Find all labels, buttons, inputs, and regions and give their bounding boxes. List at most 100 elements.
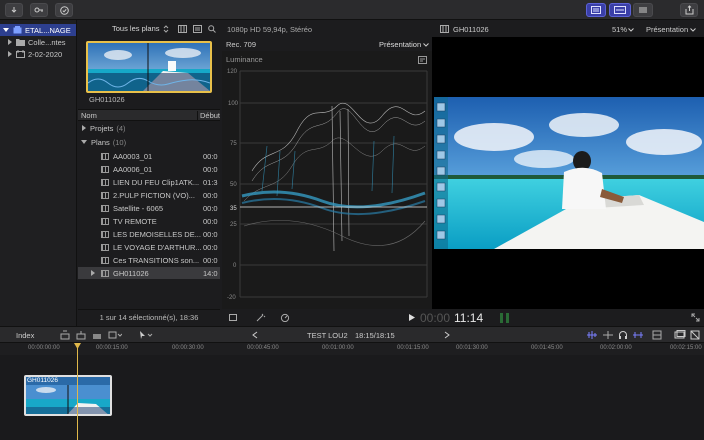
timeline-toolbar: Index TEST LOU2 18:15/18:15 (0, 326, 704, 343)
scale-label: 50 (230, 182, 237, 188)
fullscreen-icon[interactable] (691, 313, 700, 322)
clip-name: 2.PULP FICTION (VO)... (113, 190, 195, 200)
keywords-button[interactable] (30, 3, 48, 17)
library-item-label: Colle...ntes (28, 37, 66, 47)
snapping-icon[interactable] (632, 330, 644, 340)
group-count: (4) (116, 123, 126, 133)
filter-popup[interactable]: Tous les plans (112, 24, 160, 33)
index-button[interactable]: Index (16, 331, 34, 340)
library-item[interactable]: ETAL...NAGE (0, 24, 76, 36)
browser-toggle-button[interactable] (586, 3, 606, 17)
clip-row[interactable]: AA0006_01 00:0 (78, 163, 220, 175)
clip-start: 00:0 (203, 190, 218, 200)
clip-name: LIEN DU FEU Clip1ATK... (113, 177, 200, 187)
disclosure-triangle-icon[interactable] (82, 125, 86, 131)
library-item[interactable]: 2-02-2020 (0, 48, 76, 60)
up-down-chevron-icon (163, 24, 168, 33)
disclosure-triangle-icon[interactable] (3, 28, 9, 32)
play-icon[interactable] (409, 314, 415, 321)
clip-row[interactable]: AA0003_01 00:0 (78, 150, 220, 162)
audio-meter-left (500, 313, 503, 323)
edit-menu-icon[interactable] (108, 330, 122, 340)
disclosure-triangle-icon[interactable] (8, 51, 12, 57)
transform-icon[interactable] (228, 313, 238, 322)
clip-row[interactable]: LIEN DU FEU Clip1ATK... 01:3 (78, 176, 220, 188)
disclosure-triangle-icon[interactable] (8, 39, 12, 45)
clip-icon (101, 204, 109, 212)
clip-row[interactable]: Satellite - 6065 00:0 (78, 202, 220, 214)
clip-icon (101, 178, 109, 186)
checkmark-button[interactable] (55, 3, 73, 17)
append-clip-icon[interactable] (60, 330, 70, 340)
ruler-label: 00:02:00:00 (600, 345, 632, 351)
library-item-label: 2-02-2020 (28, 49, 63, 59)
clip-name: LES DEMOISELLES DE... (113, 229, 201, 239)
ruler-label: 00:00:30:00 (172, 345, 204, 351)
audio-skimming-icon[interactable] (586, 330, 598, 340)
select-tool-icon[interactable] (138, 330, 154, 340)
scope-subheader: Rec. 709 Présentation (222, 37, 432, 51)
group-row-projects[interactable]: Projets (4) (78, 122, 220, 134)
viewer-presentation-menu[interactable]: Présentation (646, 25, 688, 34)
chevron-down-icon (423, 43, 429, 47)
thumbnail-label: GH011026 (89, 95, 125, 104)
viewer[interactable] (432, 37, 704, 309)
timeline-toggle-button[interactable] (609, 3, 631, 17)
timeline-area[interactable]: GH011026 (0, 355, 704, 440)
inspector-toggle-button[interactable] (633, 3, 653, 17)
clip-row[interactable]: LE VOYAGE D'ARTHUR... 00:0 (78, 241, 220, 253)
timecode-display[interactable]: 11:14 (454, 311, 483, 325)
clip-thumbnail[interactable] (86, 41, 212, 93)
chevron-down-icon (628, 28, 634, 32)
list-view-icon[interactable] (192, 24, 202, 33)
filmstrip-view-icon[interactable] (177, 24, 187, 33)
column-name[interactable]: Nom (81, 111, 197, 120)
inspector-toggle-icon (639, 7, 647, 13)
skimming-icon[interactable] (602, 330, 614, 340)
speed-icon[interactable] (280, 313, 292, 322)
group-row-clips[interactable]: Plans (10) (78, 136, 220, 148)
clip-name: TV REMOTE (113, 216, 157, 226)
playhead[interactable] (77, 343, 78, 440)
clip-name: Satellite - 6065 (113, 203, 164, 213)
clip-row[interactable]: 2.PULP FICTION (VO)... 00:0 (78, 189, 220, 201)
share-button[interactable] (680, 3, 698, 17)
library-icon (13, 26, 22, 34)
disclosure-triangle-icon[interactable] (81, 140, 87, 144)
column-start[interactable]: Début (196, 110, 220, 120)
disclosure-triangle-icon[interactable] (91, 270, 95, 276)
ruler-label: 00:00:15:00 (96, 345, 128, 351)
clip-row[interactable]: TV REMOTE 00:0 (78, 215, 220, 227)
clip-name: LE VOYAGE D'ARTHUR... (113, 242, 202, 252)
enhance-icon[interactable] (255, 313, 267, 322)
insert-clip-icon[interactable] (76, 330, 86, 340)
project-duration: 18:15/18:15 (355, 331, 395, 340)
scale-label: 120 (227, 69, 238, 75)
headphones-icon[interactable] (618, 330, 628, 340)
search-icon[interactable] (207, 24, 216, 33)
timeline-clip-thumbnail (26, 385, 110, 414)
transitions-browser-icon[interactable] (690, 330, 700, 340)
chevron-right-icon[interactable] (444, 331, 450, 339)
clip-start: 00:0 (203, 229, 218, 239)
clip-row-selected[interactable]: GH011026 14:0 (78, 267, 220, 279)
import-button[interactable] (5, 3, 23, 17)
clip-row[interactable]: Ces TRANSITIONS son... 00:0 (78, 254, 220, 266)
timeline-ruler[interactable]: 00:00:00:00 00:00:15:00 00:00:30:00 00:0… (0, 343, 704, 355)
share-icon (685, 5, 693, 15)
ruler-label: 00:00:45:00 (247, 345, 279, 351)
timeline-clip[interactable]: GH011026 (24, 375, 112, 416)
library-item-label: ETAL...NAGE (25, 25, 71, 35)
zoom-menu[interactable]: 51% (612, 25, 627, 34)
scope-presentation-menu[interactable]: Présentation (379, 40, 421, 49)
effects-browser-icon[interactable] (674, 330, 686, 340)
clip-row[interactable]: LES DEMOISELLES DE... 00:0 (78, 228, 220, 240)
browser-header: Tous les plans (78, 20, 220, 37)
timeline-toggle-icon (614, 6, 626, 14)
overwrite-clip-icon[interactable] (92, 330, 102, 340)
group-label: Plans (91, 137, 110, 147)
clip-icon (101, 217, 109, 225)
chevron-left-icon[interactable] (252, 331, 258, 339)
library-item[interactable]: Colle...ntes (0, 36, 76, 48)
clip-appearance-icon[interactable] (652, 330, 662, 340)
